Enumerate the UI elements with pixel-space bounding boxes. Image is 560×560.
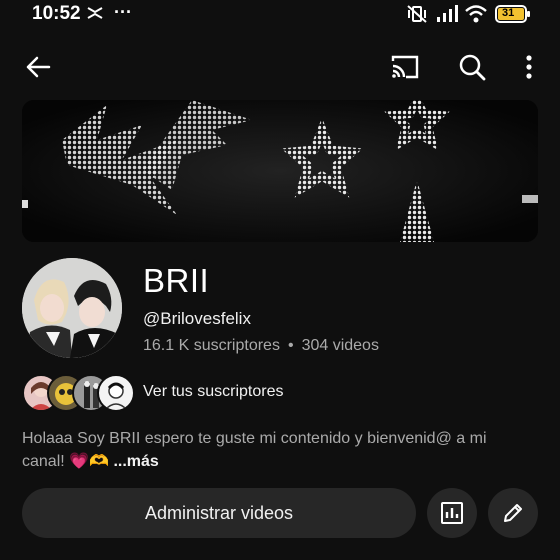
status-time: 10:52 [32,3,81,24]
search-icon [459,54,486,81]
back-button[interactable] [18,47,58,87]
arrow-left-icon [26,56,51,78]
more-notifications-icon: ··· [114,2,132,22]
signal-icon [436,4,460,29]
search-button[interactable] [452,47,492,87]
view-subscribers-row[interactable]: Ver tus suscriptores [22,374,542,412]
analytics-icon [441,502,463,524]
more-options-button[interactable] [509,47,549,87]
channel-description[interactable]: Holaaa Soy BRII espero te guste mi conte… [22,427,532,473]
edit-button[interactable] [488,488,538,538]
description-text: Holaaa Soy BRII espero te guste mi conte… [22,430,487,470]
channel-name: BRII [143,262,210,299]
subscriber-count: 16.1 K suscriptores [143,337,280,354]
status-bar: 10:52 ··· 31 [0,0,560,28]
vibrate-mute-icon [406,4,428,29]
more-link[interactable]: ...más [113,453,158,470]
channel-avatar[interactable] [22,258,122,358]
manage-videos-button[interactable]: Administrar videos [22,488,416,538]
subscriber-avatar [97,374,135,412]
cast-icon [391,55,419,79]
pencil-icon [504,504,522,522]
more-vert-icon [526,55,532,79]
top-app-bar [0,40,560,96]
channel-stats: 16.1 K suscriptores • 304 videos [143,337,379,355]
analytics-button[interactable] [427,488,477,538]
separator-dot: • [287,337,294,354]
battery-level: 31 [502,7,515,19]
view-subscribers-label: Ver tus suscriptores [143,383,284,400]
channel-handle: @Brilovesfelix [143,309,251,328]
cast-button[interactable] [385,47,425,87]
manage-videos-label: Administrar videos [144,502,294,523]
capcut-icon [86,4,104,27]
channel-banner [22,100,538,242]
wifi-icon [464,4,488,29]
video-count: 304 videos [301,337,379,354]
